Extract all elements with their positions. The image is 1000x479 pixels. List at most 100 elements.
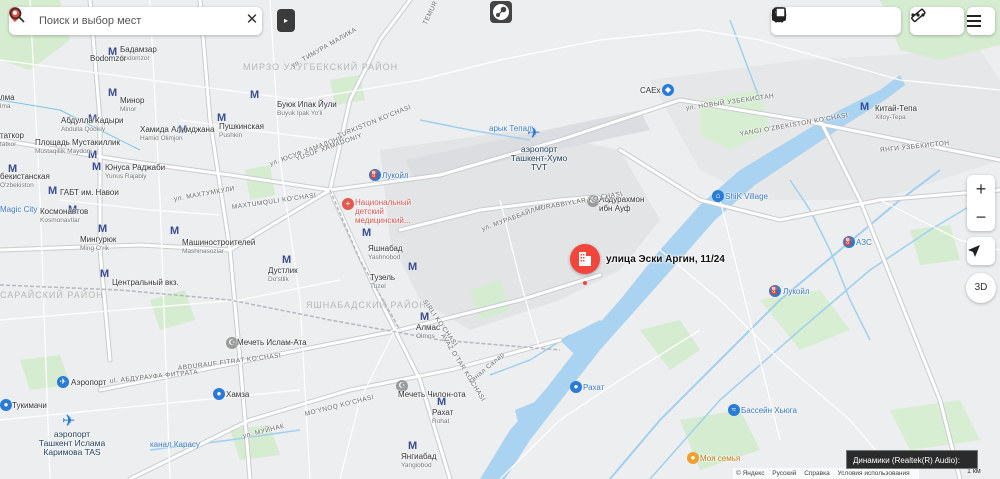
terms-link[interactable]: Условия использования bbox=[838, 470, 910, 477]
metro-station-label[interactable]: Юнуса Раджаби Yunus Rajabiy bbox=[105, 163, 165, 181]
metro-station-label[interactable]: Машиностроителей Mashinasozlar bbox=[182, 238, 255, 256]
place-label[interactable]: Рахат bbox=[583, 383, 604, 392]
station-name: Буюк Ипак Йули bbox=[277, 100, 337, 109]
metro-station-label[interactable]: ГАБТ им. Навои bbox=[60, 188, 119, 197]
steam-tray-icon[interactable] bbox=[490, 1, 512, 23]
search-input[interactable] bbox=[39, 12, 199, 30]
hamburger-icon bbox=[967, 15, 981, 27]
place-name: таткор bbox=[0, 131, 24, 140]
place-name: Хамза bbox=[226, 390, 250, 399]
airport-label[interactable]: аэропорт Ташкент-Хумо TVT bbox=[504, 145, 574, 172]
building-icon bbox=[579, 252, 591, 266]
menu-button[interactable] bbox=[967, 7, 995, 35]
language-link[interactable]: Русский bbox=[772, 470, 796, 477]
metro-station-label[interactable]: Буюк Ипак Йули Buyuk Ipak Yo'li bbox=[277, 100, 337, 118]
station-name-latin: Abdulla Qodiriy bbox=[61, 126, 106, 133]
metro-station-label[interactable]: Яшнабад Yashnobod bbox=[368, 244, 403, 262]
place-label[interactable]: АЗС bbox=[856, 238, 872, 247]
metro-icon: M bbox=[48, 185, 58, 197]
district-name: МИРЗО УЛУГБЕКСКИЙ РАЙОН bbox=[243, 62, 399, 72]
search-bar[interactable]: ✕ bbox=[9, 7, 262, 35]
metro-station-label[interactable]: Хамида Алимджана Hamid Olimjon bbox=[140, 125, 214, 143]
map-style-button[interactable] bbox=[772, 7, 901, 34]
place-label[interactable]: Национальный детский медицинский... bbox=[355, 198, 413, 225]
close-icon[interactable]: ✕ bbox=[244, 12, 260, 28]
metro-station-label[interactable]: Пушкинская Pushkin bbox=[219, 122, 264, 140]
search-icon[interactable] bbox=[9, 7, 25, 23]
metro-station-label[interactable]: Дустлик Do'stlik bbox=[268, 266, 298, 284]
station-name-latin: Pushkin bbox=[219, 132, 243, 139]
place-label[interactable]: Тукимачи bbox=[12, 401, 47, 410]
place-label[interactable]: Magic City bbox=[0, 205, 37, 214]
station-name-latin: Hamid Olimjon bbox=[140, 135, 183, 142]
collapse-panel-button[interactable]: ▸ bbox=[277, 9, 295, 32]
place-label[interactable]: Моя семья bbox=[700, 454, 740, 463]
metro-station-label[interactable]: Тузель Tuzel bbox=[370, 273, 395, 291]
metro-station-label[interactable]: Площадь Мустакиллик Mustaqillik Maydoni bbox=[35, 138, 120, 156]
3d-view-button[interactable]: 3D bbox=[966, 273, 996, 303]
map-canvas[interactable]: ✕ ▸ bbox=[0, 0, 1000, 479]
system-volume-tooltip: Динамики (Realtek(R) Audio): 25% bbox=[846, 450, 978, 479]
place-label: таткор tatkor bbox=[0, 131, 24, 149]
selected-place-label[interactable]: улица Эски Аргин, 11/24 bbox=[606, 254, 725, 265]
bus-button[interactable] bbox=[773, 7, 875, 34]
place-label[interactable]: Аэропорт bbox=[71, 378, 106, 387]
station-name: Пушкинская bbox=[219, 122, 265, 131]
station-name: Мингурюк bbox=[80, 235, 117, 244]
steam-icon bbox=[493, 4, 509, 20]
place-label[interactable]: Китай-Тепа Xitoy-Tepa bbox=[875, 104, 917, 122]
metro-station-label[interactable]: Минор Minor bbox=[120, 96, 144, 114]
place-label[interactable]: Центральный вкз. bbox=[112, 278, 179, 287]
zoom-in-button[interactable]: + bbox=[967, 175, 995, 203]
station-name-latin: Buyuk Ipak Yo'li bbox=[277, 110, 323, 117]
station-name: Хамида Алимджана bbox=[140, 125, 215, 134]
zoom-controls: + − bbox=[967, 175, 995, 231]
station-name-latin: Kosmonavtlar bbox=[40, 217, 80, 224]
metro-station-label[interactable]: Мингурюк Ming O'rik bbox=[80, 235, 116, 253]
place-name: АЗС bbox=[856, 238, 872, 247]
station-name: Дустлик bbox=[268, 266, 298, 275]
place-name: Лукойл bbox=[783, 287, 810, 296]
metro-station-label[interactable]: бекистанская O'zbekiston bbox=[0, 172, 50, 190]
place-label[interactable]: Лукойл bbox=[382, 171, 409, 180]
place-label[interactable]: CAEx bbox=[640, 86, 660, 95]
metro-icon: M bbox=[100, 268, 110, 280]
metro-station-label[interactable]: Рахат Rohat bbox=[432, 408, 453, 426]
zoom-out-button[interactable]: − bbox=[967, 203, 995, 231]
place-label[interactable]: ShiK Village bbox=[725, 192, 768, 201]
station-name-latin: Ming O'rik bbox=[80, 245, 110, 252]
district-name: ЯШНАБАДСКИЙ РАЙОН bbox=[306, 300, 427, 310]
selected-place-marker[interactable] bbox=[570, 244, 600, 274]
gas-station-icon: ⛽ bbox=[769, 285, 781, 297]
hospital-icon: + bbox=[342, 198, 354, 210]
more-button[interactable] bbox=[911, 8, 962, 34]
station-name: Рахат bbox=[432, 408, 454, 417]
place-label[interactable]: Лукойл bbox=[783, 287, 810, 296]
district-name: САРАЙСКИЙ РАЙОН bbox=[0, 290, 104, 300]
place-label[interactable]: Бассейн Хьюга bbox=[741, 406, 797, 415]
place-label[interactable]: Мечеть Ислам-Ата bbox=[237, 338, 307, 347]
map-layers-toolbar bbox=[771, 7, 901, 35]
airport-icon: ✈ bbox=[62, 413, 76, 430]
my-location-button[interactable] bbox=[967, 237, 995, 265]
transport-button[interactable] bbox=[773, 8, 849, 34]
place-name: лма bbox=[0, 93, 15, 102]
metro-station-label[interactable]: Космонавтов Kosmonavtlar bbox=[40, 207, 88, 225]
metro-icon: M bbox=[860, 101, 870, 113]
panorama-button[interactable] bbox=[772, 8, 823, 34]
place-name: ShiK Village bbox=[725, 192, 768, 201]
place-label[interactable]: Хамза bbox=[226, 390, 249, 399]
metro-station-label[interactable]: Абдулла Кадыри Abdulla Qodiriy bbox=[61, 116, 124, 134]
station-name-latin: Yashnobod bbox=[368, 254, 401, 261]
place-name: Тукимачи bbox=[12, 401, 47, 410]
airport-label[interactable]: аэропорт Ташкент Ислама Каримова TAS bbox=[36, 430, 108, 457]
place-label[interactable]: Мечеть Чилон-ота bbox=[398, 390, 466, 399]
metro-station-label[interactable]: Янгиабад Yangiobod bbox=[401, 452, 437, 470]
metro-icon: M bbox=[408, 440, 418, 452]
more-icon bbox=[911, 13, 925, 17]
station-name-latin: Minor bbox=[120, 106, 137, 113]
place-name: Национальный детский медицинский... bbox=[355, 198, 412, 225]
station-name-latin: Rohat bbox=[432, 418, 450, 425]
recreation-icon: ● bbox=[570, 381, 582, 393]
help-link[interactable]: Справка bbox=[804, 470, 830, 477]
